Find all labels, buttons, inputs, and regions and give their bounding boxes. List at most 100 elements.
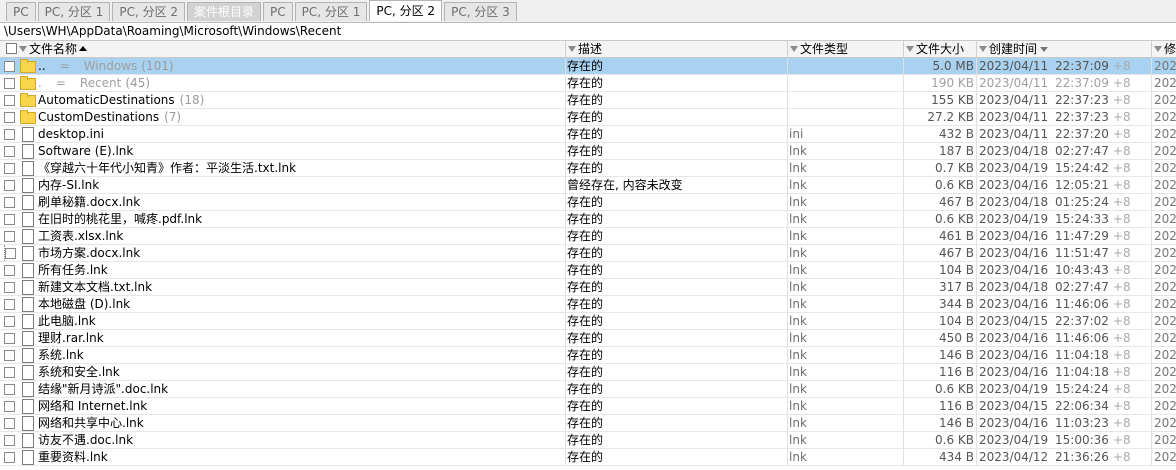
row-checkbox[interactable] bbox=[4, 78, 15, 89]
tab-6[interactable]: PC, 分区 2 bbox=[369, 0, 443, 21]
table-row[interactable]: 系统和安全.lnk 存在的 lnk 116 B 2023/04/16 11:04:18 +… bbox=[0, 364, 1176, 381]
row-name-cell[interactable]: 网络和 Internet.lnk bbox=[37, 398, 566, 414]
tab-2[interactable]: PC, 分区 2 bbox=[112, 2, 186, 21]
table-row[interactable]: .. = Windows (101) 存在的 5.0 MB 2023/04/11 22:37… bbox=[0, 58, 1176, 75]
row-timezone: +8 bbox=[1112, 382, 1131, 396]
table-row[interactable]: 内存-SI.lnk 曾经存在, 内容未改变 lnk 0.6 KB 2023/04/16 … bbox=[0, 177, 1176, 194]
table-row[interactable]: 刷单秘籍.docx.lnk 存在的 lnk 467 B 2023/04/18 01:25… bbox=[0, 194, 1176, 211]
column-header-type[interactable]: 文件类型 bbox=[788, 41, 904, 57]
row-name-cell[interactable]: 网络和共享中心.lnk bbox=[37, 415, 566, 431]
table-row[interactable]: AutomaticDestinations (18) 存在的 155 KB 2023/0… bbox=[0, 92, 1176, 109]
select-all-checkbox[interactable] bbox=[6, 43, 17, 54]
row-name-cell[interactable]: 本地磁盘 (D).lnk bbox=[37, 296, 566, 312]
filter-icon[interactable] bbox=[1154, 45, 1162, 52]
table-row[interactable]: CustomDestinations (7) 存在的 27.2 KB 2023/04/1… bbox=[0, 109, 1176, 126]
tab-1[interactable]: PC, 分区 1 bbox=[37, 2, 111, 21]
row-name: 访友不遇.doc.lnk bbox=[38, 433, 134, 447]
table-row[interactable]: 访友不遇.doc.lnk 存在的 lnk 0.6 KB 2023/04/19 15:00… bbox=[0, 432, 1176, 449]
row-checkbox[interactable] bbox=[4, 367, 15, 378]
table-row[interactable]: 新建文本文档.txt.lnk 存在的 lnk 317 B 2023/04/18 02:2… bbox=[0, 279, 1176, 296]
tab-5[interactable]: PC, 分区 1 bbox=[294, 2, 368, 21]
row-name-cell[interactable]: 系统.lnk bbox=[37, 347, 566, 363]
row-checkbox[interactable] bbox=[4, 180, 15, 191]
row-name-cell[interactable]: AutomaticDestinations (18) bbox=[37, 92, 566, 108]
table-row[interactable]: 所有任务.lnk 存在的 lnk 104 B 2023/04/16 10:43:43 +8… bbox=[0, 262, 1176, 279]
row-checkbox-cell bbox=[4, 211, 18, 227]
table-row[interactable]: Software (E).lnk 存在的 lnk 187 B 2023/04/18 02… bbox=[0, 143, 1176, 160]
row-name-cell[interactable]: 《穿越六十年代小知青》作者：平淡生活.txt.lnk bbox=[37, 160, 566, 176]
table-row[interactable]: 系统.lnk 存在的 lnk 146 B 2023/04/16 11:04:18 +8 20… bbox=[0, 347, 1176, 364]
column-header-created[interactable]: 创建时间 bbox=[977, 41, 1152, 57]
row-checkbox[interactable] bbox=[4, 401, 15, 412]
table-row[interactable]: 在旧时的桃花里，喊疼.pdf.lnk 存在的 lnk 0.6 KB 2023/04/19… bbox=[0, 211, 1176, 228]
row-checkbox[interactable] bbox=[4, 163, 15, 174]
row-name-cell[interactable]: 在旧时的桃花里，喊疼.pdf.lnk bbox=[37, 211, 566, 227]
row-name-cell[interactable]: 所有任务.lnk bbox=[37, 262, 566, 278]
table-row[interactable]: 本地磁盘 (D).lnk 存在的 lnk 344 B 2023/04/16 11:46:… bbox=[0, 296, 1176, 313]
row-checkbox[interactable] bbox=[4, 333, 15, 344]
row-name-cell[interactable]: 市场方案.docx.lnk bbox=[37, 245, 566, 261]
row-name-cell[interactable]: 访友不遇.doc.lnk bbox=[37, 432, 566, 448]
row-name: 本地磁盘 (D).lnk bbox=[38, 297, 131, 311]
column-header-modified[interactable]: 修 bbox=[1152, 41, 1176, 57]
row-desc: 存在的 bbox=[566, 194, 788, 210]
tab-4[interactable]: PC bbox=[263, 2, 293, 21]
filter-icon[interactable] bbox=[19, 45, 27, 52]
row-name-cell[interactable]: 新建文本文档.txt.lnk bbox=[37, 279, 566, 295]
row-checkbox[interactable] bbox=[4, 61, 15, 72]
row-checkbox[interactable] bbox=[4, 316, 15, 327]
tab-0[interactable]: PC bbox=[6, 2, 36, 21]
table-row[interactable]: 网络和 Internet.lnk 存在的 lnk 116 B 2023/04/15 22… bbox=[0, 398, 1176, 415]
row-name-cell[interactable]: 结缘"新月诗派".doc.lnk bbox=[37, 381, 566, 397]
filter-icon[interactable] bbox=[979, 45, 987, 52]
table-row[interactable]: 《穿越六十年代小知青》作者：平淡生活.txt.lnk 存在的 lnk 0.7 KB 20… bbox=[0, 160, 1176, 177]
row-name-cell[interactable]: 系统和安全.lnk bbox=[37, 364, 566, 380]
table-row[interactable]: 理财.rar.lnk 存在的 lnk 450 B 2023/04/16 11:46:06… bbox=[0, 330, 1176, 347]
row-name-cell[interactable]: .. = Windows (101) bbox=[37, 58, 566, 74]
row-checkbox[interactable] bbox=[4, 129, 15, 140]
filter-icon[interactable] bbox=[906, 45, 914, 52]
row-checkbox[interactable] bbox=[4, 384, 15, 395]
table-row[interactable]: 重要资料.lnk 存在的 lnk 434 B 2023/04/12 21:36:26 +8… bbox=[0, 449, 1176, 466]
column-header-desc[interactable]: 描述 bbox=[566, 41, 788, 57]
tab-7[interactable]: PC, 分区 3 bbox=[444, 2, 517, 21]
row-checkbox[interactable] bbox=[4, 146, 15, 157]
filter-icon[interactable] bbox=[790, 45, 798, 52]
table-row[interactable]: 此电脑.lnk 存在的 lnk 104 B 2023/04/15 22:37:02 +8 2… bbox=[0, 313, 1176, 330]
row-checkbox[interactable] bbox=[5, 248, 16, 259]
row-checkbox[interactable] bbox=[4, 452, 15, 463]
row-name-cell[interactable]: desktop.ini bbox=[37, 126, 566, 142]
table-row[interactable]: desktop.ini 存在的 ini 432 B 2023/04/11 22:37:2… bbox=[0, 126, 1176, 143]
table-row[interactable]: 工资表.xlsx.lnk 存在的 lnk 461 B 2023/04/16 11:47:… bbox=[0, 228, 1176, 245]
row-checkbox[interactable] bbox=[4, 435, 15, 446]
row-checkbox[interactable] bbox=[4, 265, 15, 276]
row-checkbox[interactable] bbox=[4, 418, 15, 429]
row-name-cell[interactable]: 内存-SI.lnk bbox=[37, 177, 566, 193]
row-name-cell[interactable]: 理财.rar.lnk bbox=[37, 330, 566, 346]
row-checkbox[interactable] bbox=[4, 95, 15, 106]
row-name-cell[interactable]: 重要资料.lnk bbox=[37, 449, 566, 465]
row-checkbox[interactable] bbox=[4, 214, 15, 225]
row-checkbox[interactable] bbox=[4, 197, 15, 208]
row-checkbox[interactable] bbox=[4, 350, 15, 361]
column-header-name[interactable]: 文件名称 bbox=[0, 41, 566, 57]
row-name: 结缘"新月诗派".doc.lnk bbox=[38, 382, 169, 396]
row-name-cell[interactable]: 刷单秘籍.docx.lnk bbox=[37, 194, 566, 210]
row-name-cell[interactable]: 此电脑.lnk bbox=[37, 313, 566, 329]
row-checkbox[interactable] bbox=[4, 112, 15, 123]
row-name-cell[interactable]: CustomDestinations (7) bbox=[37, 109, 566, 125]
column-header-size[interactable]: 文件大小 bbox=[904, 41, 977, 57]
tab-3[interactable]: 案件根目录 bbox=[187, 2, 262, 21]
row-name-cell[interactable]: 工资表.xlsx.lnk bbox=[37, 228, 566, 244]
filter-icon[interactable] bbox=[568, 45, 576, 52]
row-name-cell[interactable]: Software (E).lnk bbox=[37, 143, 566, 159]
table-row[interactable]: . = Recent (45) 存在的 190 KB 2023/04/11 22:37:09… bbox=[0, 75, 1176, 92]
table-row[interactable]: 结缘"新月诗派".doc.lnk 存在的 lnk 0.6 KB 2023/04/19 1… bbox=[0, 381, 1176, 398]
table-row[interactable]: 市场方案.docx.lnk 存在的 lnk 467 B 2023/04/16 11:51… bbox=[0, 245, 1176, 262]
row-checkbox[interactable] bbox=[4, 282, 15, 293]
table-row[interactable]: 网络和共享中心.lnk 存在的 lnk 146 B 2023/04/16 11:03:2… bbox=[0, 415, 1176, 432]
row-name-cell[interactable]: . = Recent (45) bbox=[37, 75, 566, 91]
row-checkbox[interactable] bbox=[4, 299, 15, 310]
row-checkbox[interactable] bbox=[4, 231, 15, 242]
row-icon-cell bbox=[20, 364, 36, 380]
